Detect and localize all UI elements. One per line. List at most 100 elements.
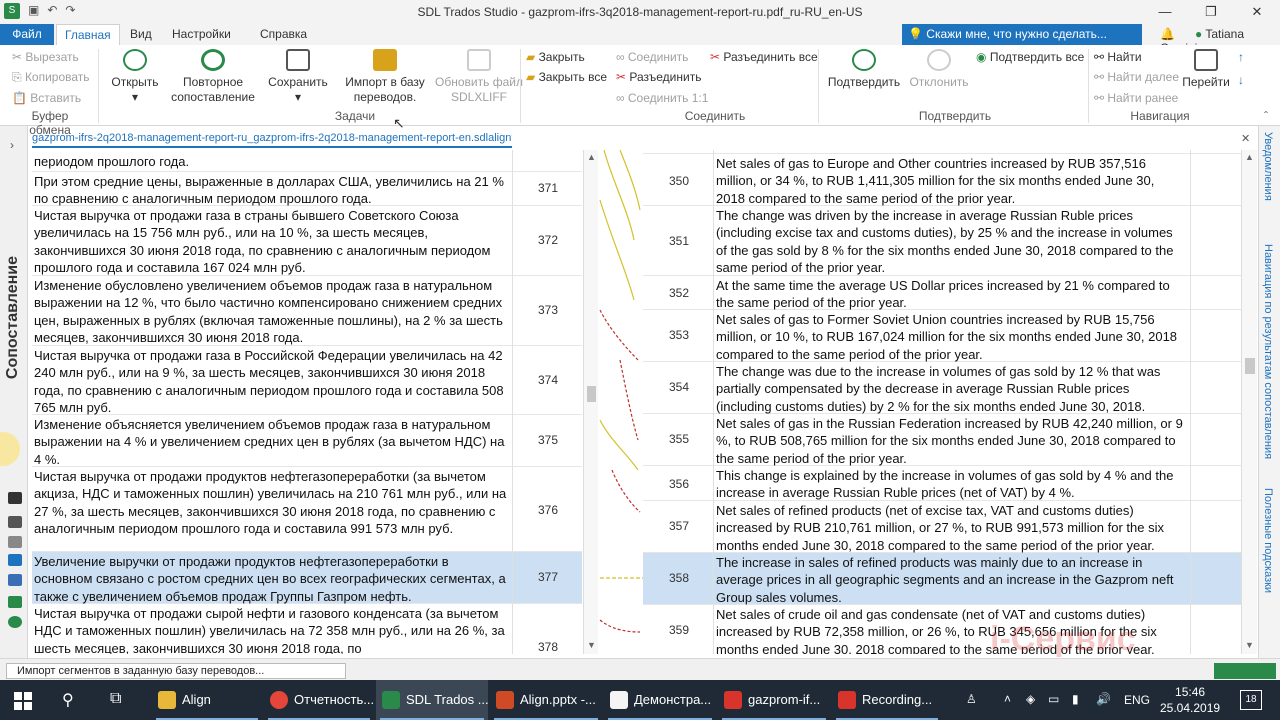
people-icon[interactable]: ♙	[966, 692, 977, 706]
target-row[interactable]: 353 Net sales of gas to Former Soviet Uni…	[643, 310, 1241, 362]
merge-icon: ∞	[616, 50, 628, 64]
report-icon[interactable]	[8, 596, 22, 608]
copy-icon: ⎘	[12, 70, 25, 84]
task-view-icon[interactable]: ⧉	[110, 690, 121, 708]
target-row[interactable]: 357 Net sales of refined products (net of…	[643, 501, 1241, 553]
taskbar-app-trados[interactable]: SDL Trados ...	[376, 680, 489, 720]
clock[interactable]: 15:46 25.04.2019	[1160, 684, 1220, 716]
arrow-down-icon[interactable]: ↓	[1238, 73, 1244, 87]
taskbar-app-recording[interactable]: Recording...	[832, 680, 942, 720]
tab-view[interactable]: Вид	[122, 24, 160, 45]
target-row[interactable]: 352 At the same time the average US Dolla…	[643, 276, 1241, 310]
scroll-down-icon[interactable]: ▼	[1245, 640, 1254, 650]
target-row[interactable]: 355 Net sales of gas in the Russian Feder…	[643, 414, 1241, 466]
source-row[interactable]: Изменение обусловлено увеличением объемо…	[32, 276, 582, 346]
document-tab[interactable]: gazprom-ifrs-2q2018-management-report-ru…	[32, 132, 512, 148]
ribbon: ✂ Вырезать ⎘ Копировать 📋 Вставить Буфер…	[0, 45, 1280, 137]
update-file-icon	[467, 49, 491, 71]
minimize-button[interactable]: —	[1142, 0, 1188, 24]
tips-tab[interactable]: Полезные подсказки	[1262, 488, 1274, 593]
merge-1to1-label: Соединить 1:1	[627, 91, 709, 105]
update-sdlxliff-button[interactable]: Обновить файл SDLXLIFF	[434, 49, 524, 105]
source-scroll-thumb[interactable]	[587, 386, 596, 402]
find-button[interactable]: ⚯ Найти	[1094, 50, 1142, 64]
merge-button[interactable]: ∞ Соединить	[616, 50, 688, 64]
home-icon[interactable]	[8, 492, 22, 504]
scroll-down-icon[interactable]: ▼	[587, 640, 596, 650]
notifications-tab[interactable]: Уведомления	[1262, 132, 1274, 201]
notification-center-icon[interactable]: 18	[1240, 690, 1262, 710]
split-button[interactable]: ✂ Разъединить	[616, 70, 701, 84]
arrow-up-icon[interactable]: ↑	[1238, 50, 1244, 64]
split-all-button[interactable]: ✂ Разъединить все	[710, 50, 818, 64]
alignment-panel-label: Сопоставление	[4, 256, 21, 380]
merge-1to1-icon: ∞	[616, 91, 628, 105]
scroll-up-icon[interactable]: ▲	[587, 152, 596, 162]
source-row[interactable]: Изменение объясняется увеличением объемо…	[32, 415, 582, 467]
paste-button[interactable]: 📋 Вставить	[12, 91, 81, 105]
confirm-button[interactable]: Подтвердить	[826, 49, 902, 90]
taskbar-app-word[interactable]: Демонстра...	[604, 680, 716, 720]
close-tab-icon[interactable]: ✕	[1241, 132, 1250, 145]
open-button[interactable]: Открыть ▾	[108, 49, 162, 105]
document-icon[interactable]	[8, 536, 22, 548]
taskbar-app-chrome[interactable]: Отчетность...	[264, 680, 374, 720]
target-row[interactable]: 351 The change was driven by the increase…	[643, 206, 1241, 276]
source-row[interactable]: Чистая выручка от продажи продуктов нефт…	[32, 467, 582, 552]
target-row-selected[interactable]: 358 The increase in sales of refined prod…	[643, 553, 1241, 605]
volume-icon[interactable]: 🔊	[1096, 692, 1111, 706]
taskbar-app-align[interactable]: Align	[152, 680, 262, 720]
target-row[interactable]: 359 Net sales of crude oil and gas conden…	[643, 605, 1241, 654]
align-icon[interactable]	[8, 616, 22, 628]
find-next-button[interactable]: ⚯ Найти далее	[1094, 70, 1179, 84]
source-row[interactable]: Чистая выручка от продажи газа в страны …	[32, 206, 582, 276]
taskbar-app-powerpoint[interactable]: Align.pptx -...	[490, 680, 602, 720]
tab-help[interactable]: Справка	[252, 24, 315, 45]
goto-button[interactable]: Перейти	[1180, 49, 1232, 90]
taskbar-app-pdf[interactable]: gazprom-if...	[718, 680, 830, 720]
segment-number: 378	[537, 640, 559, 654]
reject-button[interactable]: Отклонить	[906, 49, 972, 90]
import-tm-button[interactable]: Импорт в базу переводов.	[338, 49, 432, 105]
language-indicator[interactable]: ENG	[1124, 680, 1150, 720]
windows-start-icon[interactable]	[14, 692, 32, 710]
tab-home[interactable]: Главная	[56, 24, 120, 45]
target-row[interactable]: 350 Net sales of gas to Europe and Other …	[643, 154, 1241, 206]
target-row[interactable]: 354 The change was due to the increase in…	[643, 362, 1241, 414]
scroll-up-icon[interactable]: ▲	[1245, 152, 1254, 162]
pencil-icon[interactable]	[8, 574, 22, 586]
network-icon[interactable]: ▭	[1048, 692, 1059, 706]
source-scrollbar[interactable]: ▲ ▼	[583, 150, 598, 654]
target-row[interactable]: 356 This change is explained by the incre…	[643, 466, 1241, 501]
source-row-selected[interactable]: Увеличение выручки от продажи продуктов …	[32, 552, 582, 604]
battery-icon[interactable]: ▮	[1072, 692, 1079, 706]
tab-settings[interactable]: Настройки	[164, 24, 239, 45]
source-row[interactable]: Чистая выручка от продажи сырой нефти и …	[32, 604, 582, 654]
close-all-button[interactable]: ▰ Закрыть все	[526, 70, 607, 84]
close-button[interactable]: ✕	[1234, 0, 1280, 24]
tell-me-search[interactable]: 💡 Скажи мне, что нужно сделать...	[902, 24, 1142, 45]
tray-chevron-icon[interactable]: ˄	[1004, 692, 1011, 706]
editor-icon[interactable]	[8, 554, 22, 566]
alignment-nav-tab[interactable]: Навигация по результатам сопоставления	[1262, 244, 1274, 459]
target-scroll-thumb[interactable]	[1245, 358, 1255, 374]
close-doc-button[interactable]: ▰ Закрыть	[526, 50, 585, 64]
tab-file[interactable]: Файл	[0, 24, 54, 45]
search-icon[interactable]: ⚲	[62, 690, 74, 710]
cut-button[interactable]: ✂ Вырезать	[12, 50, 79, 64]
copy-button[interactable]: ⎘ Копировать	[12, 70, 90, 85]
source-row[interactable]: Чистая выручка от продажи газа в Российс…	[32, 346, 582, 415]
printer-icon[interactable]	[8, 516, 22, 528]
maximize-button[interactable]: ❐	[1188, 0, 1234, 24]
rematch-button[interactable]: Повторное сопоставление	[168, 49, 258, 105]
collapse-ribbon-icon[interactable]: ˆ	[1264, 109, 1268, 123]
source-row[interactable]: При этом средние цены, выраженные в долл…	[32, 172, 582, 206]
expand-icon[interactable]: ›	[10, 138, 14, 152]
find-prev-button[interactable]: ⚯ Найти ранее	[1094, 91, 1178, 105]
save-button[interactable]: Сохранить ▾	[266, 49, 330, 105]
source-row[interactable]: периодом прошлого года.	[32, 150, 582, 172]
merge-1to1-button[interactable]: ∞ Соединить 1:1	[616, 91, 708, 105]
target-scrollbar[interactable]: ▲ ▼	[1241, 150, 1257, 654]
confirm-all-button[interactable]: ◉ Подтвердить все	[976, 50, 1084, 64]
dropbox-icon[interactable]: ◈	[1026, 692, 1035, 706]
